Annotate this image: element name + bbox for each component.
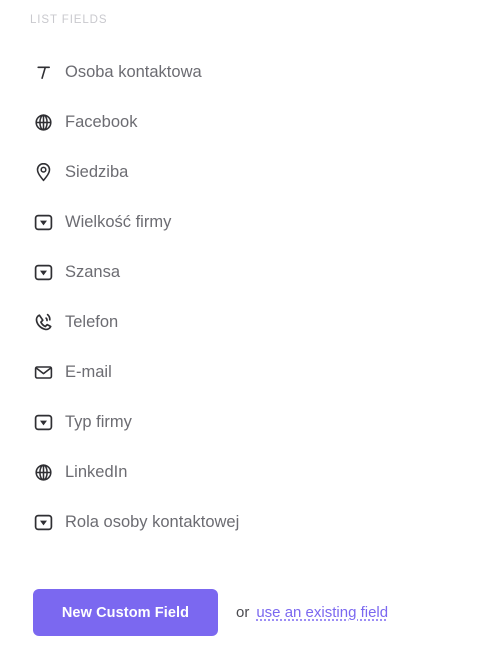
field-row[interactable]: Szansa [0, 247, 503, 297]
envelope-icon [33, 362, 54, 383]
field-label: E-mail [65, 362, 112, 381]
field-label: Facebook [65, 112, 138, 131]
field-list: Osoba kontaktowa Facebook Siedziba Wielkość… [0, 47, 503, 547]
text-field-icon [33, 62, 54, 83]
field-label: Siedziba [65, 162, 129, 181]
phone-icon [33, 312, 54, 333]
field-row[interactable]: Siedziba [0, 147, 503, 197]
field-row[interactable]: Rola osoby kontaktowej [0, 497, 503, 547]
field-row[interactable]: Osoba kontaktowa [0, 47, 503, 97]
field-row[interactable]: E-mail [0, 347, 503, 397]
field-actions-bar: New Custom Field or use an existing fiel… [33, 589, 388, 636]
field-row[interactable]: Telefon [0, 297, 503, 347]
section-title-list-fields: LIST FIELDS [30, 14, 108, 26]
field-label: Typ firmy [65, 412, 132, 431]
globe-icon [33, 462, 54, 483]
dropdown-icon [33, 212, 54, 233]
field-row[interactable]: Facebook [0, 97, 503, 147]
field-label: Wielkość firmy [65, 212, 172, 231]
field-label: Rola osoby kontaktowej [65, 512, 240, 531]
list-fields-panel: LIST FIELDS Osoba kontaktowa Facebook Sied… [0, 0, 503, 647]
new-custom-field-button-label: New Custom Field [61, 604, 190, 621]
or-label: or [236, 604, 250, 621]
field-label: LinkedIn [65, 462, 128, 481]
field-label: Telefon [65, 312, 119, 331]
field-label: Osoba kontaktowa [65, 62, 202, 81]
field-row[interactable]: Typ firmy [0, 397, 503, 447]
field-row[interactable]: LinkedIn [0, 447, 503, 497]
field-label: Szansa [65, 262, 121, 281]
globe-icon [33, 112, 54, 133]
dropdown-icon [33, 412, 54, 433]
dropdown-icon [33, 512, 54, 533]
dropdown-icon [33, 262, 54, 283]
use-existing-field-link[interactable]: use an existing field [256, 604, 388, 621]
map-pin-icon [33, 162, 54, 183]
new-custom-field-button[interactable]: New Custom Field [33, 589, 218, 636]
field-row[interactable]: Wielkość firmy [0, 197, 503, 247]
